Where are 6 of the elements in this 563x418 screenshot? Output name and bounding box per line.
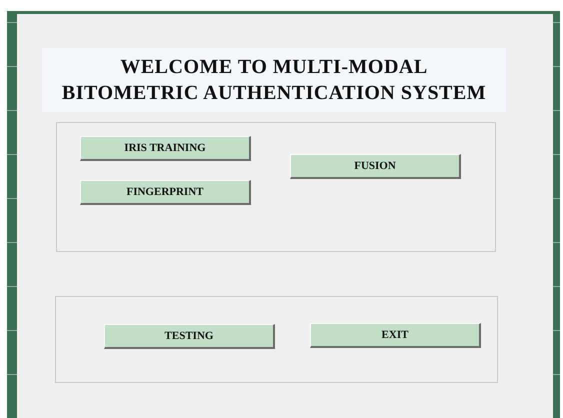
menu-button[interactable]: FINGERPRINT xyxy=(80,180,251,205)
menu-button[interactable]: FUSION xyxy=(290,154,461,179)
menu-button[interactable]: EXIT xyxy=(310,323,481,348)
welcome-title: WELCOME TO MULTI-MODAL BITOMETRIC AUTHENTICATION SYSTEM xyxy=(42,48,506,112)
menu-button[interactable]: IRIS TRAINING xyxy=(80,136,251,161)
menu-button[interactable]: TESTING xyxy=(104,324,275,349)
